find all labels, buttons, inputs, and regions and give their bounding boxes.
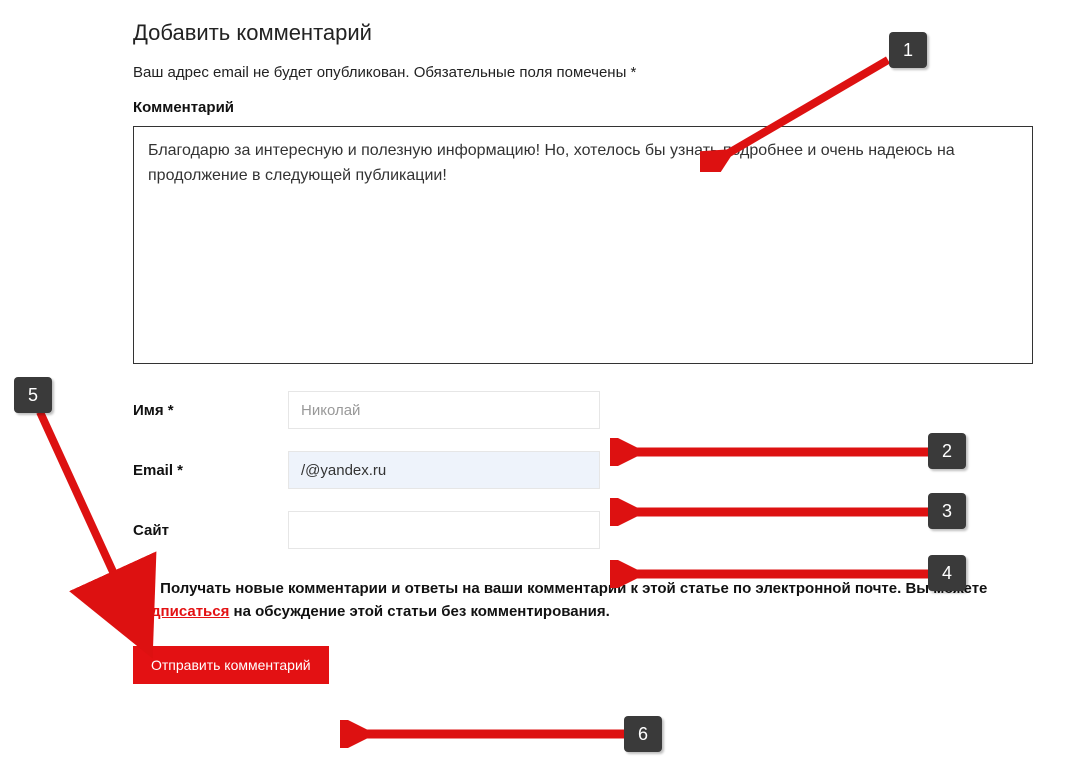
email-row: Email * xyxy=(133,451,1033,489)
submit-button[interactable]: Отправить комментарий xyxy=(133,646,329,684)
annotation-badge-1: 1 xyxy=(889,32,927,68)
annotation-badge-3: 3 xyxy=(928,493,966,529)
email-input[interactable] xyxy=(288,451,600,489)
comment-textarea[interactable] xyxy=(133,126,1033,364)
notify-row: Получать новые комментарии и ответы на в… xyxy=(133,577,1033,624)
notify-text-suffix: на обсуждение этой статьи без комментиро… xyxy=(229,603,609,620)
name-input[interactable] xyxy=(288,391,600,429)
annotation-badge-4: 4 xyxy=(928,555,966,591)
site-label: Сайт xyxy=(133,522,288,539)
annotation-badge-2: 2 xyxy=(928,433,966,469)
arrow-6 xyxy=(340,720,640,748)
annotation-badge-6: 6 xyxy=(624,716,662,752)
name-label: Имя * xyxy=(133,402,288,419)
name-row: Имя * xyxy=(133,391,1033,429)
email-label: Email * xyxy=(133,462,288,479)
site-input[interactable] xyxy=(288,511,600,549)
comment-form: Добавить комментарий Ваш адрес email не … xyxy=(133,20,1033,684)
notify-checkbox[interactable] xyxy=(133,582,148,597)
site-row: Сайт xyxy=(133,511,1033,549)
notify-text-prefix: Получать новые комментарии и ответы на в… xyxy=(160,580,987,597)
comment-label: Комментарий xyxy=(133,99,1033,116)
annotation-badge-5: 5 xyxy=(14,377,52,413)
subscribe-link[interactable]: подписаться xyxy=(133,603,229,620)
